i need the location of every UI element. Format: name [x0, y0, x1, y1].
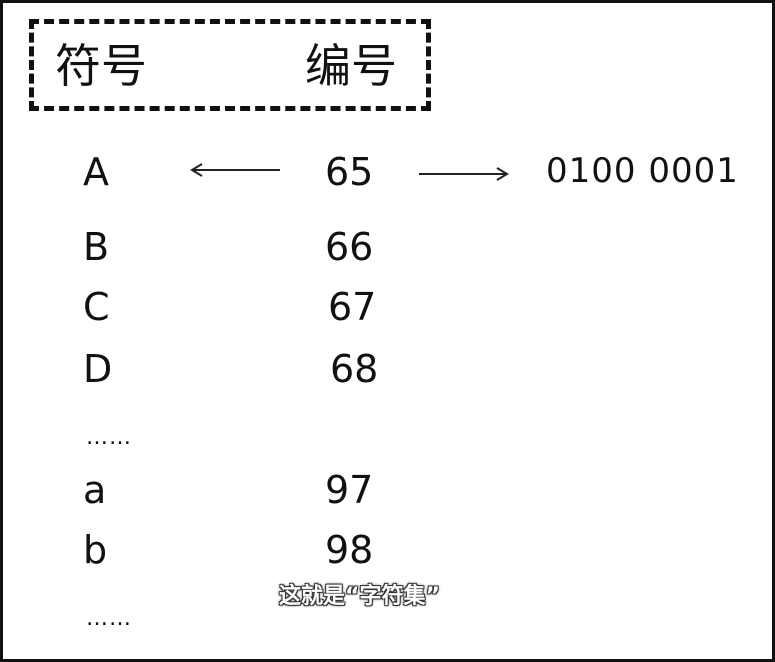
symbol-c-upper: C — [83, 285, 110, 329]
binary-value-a: 0100 0001 — [546, 151, 739, 191]
number-65: 65 — [325, 150, 374, 194]
symbol-a-lower: a — [83, 468, 107, 512]
diagram-frame: 符号 编号 A 65 0100 0001 B 66 C 67 D 68 …… a… — [0, 0, 775, 662]
subtitle-caption: 这就是“字符集” — [279, 584, 440, 609]
number-67: 67 — [328, 285, 377, 329]
ellipsis-mid: …… — [86, 425, 132, 450]
right-arrow-icon — [419, 167, 509, 181]
number-97: 97 — [325, 468, 374, 512]
number-66: 66 — [325, 225, 374, 269]
symbol-a-upper: A — [83, 150, 109, 194]
symbol-b-upper: B — [83, 225, 110, 269]
number-98: 98 — [325, 528, 374, 572]
symbol-d-upper: D — [83, 347, 113, 391]
left-arrow-icon — [190, 163, 280, 177]
number-68: 68 — [330, 347, 379, 391]
header-number-label: 编号 — [305, 39, 397, 93]
symbol-b-lower: b — [83, 528, 108, 572]
header-symbol-label: 符号 — [55, 39, 147, 93]
ellipsis-bottom: …… — [86, 606, 132, 631]
